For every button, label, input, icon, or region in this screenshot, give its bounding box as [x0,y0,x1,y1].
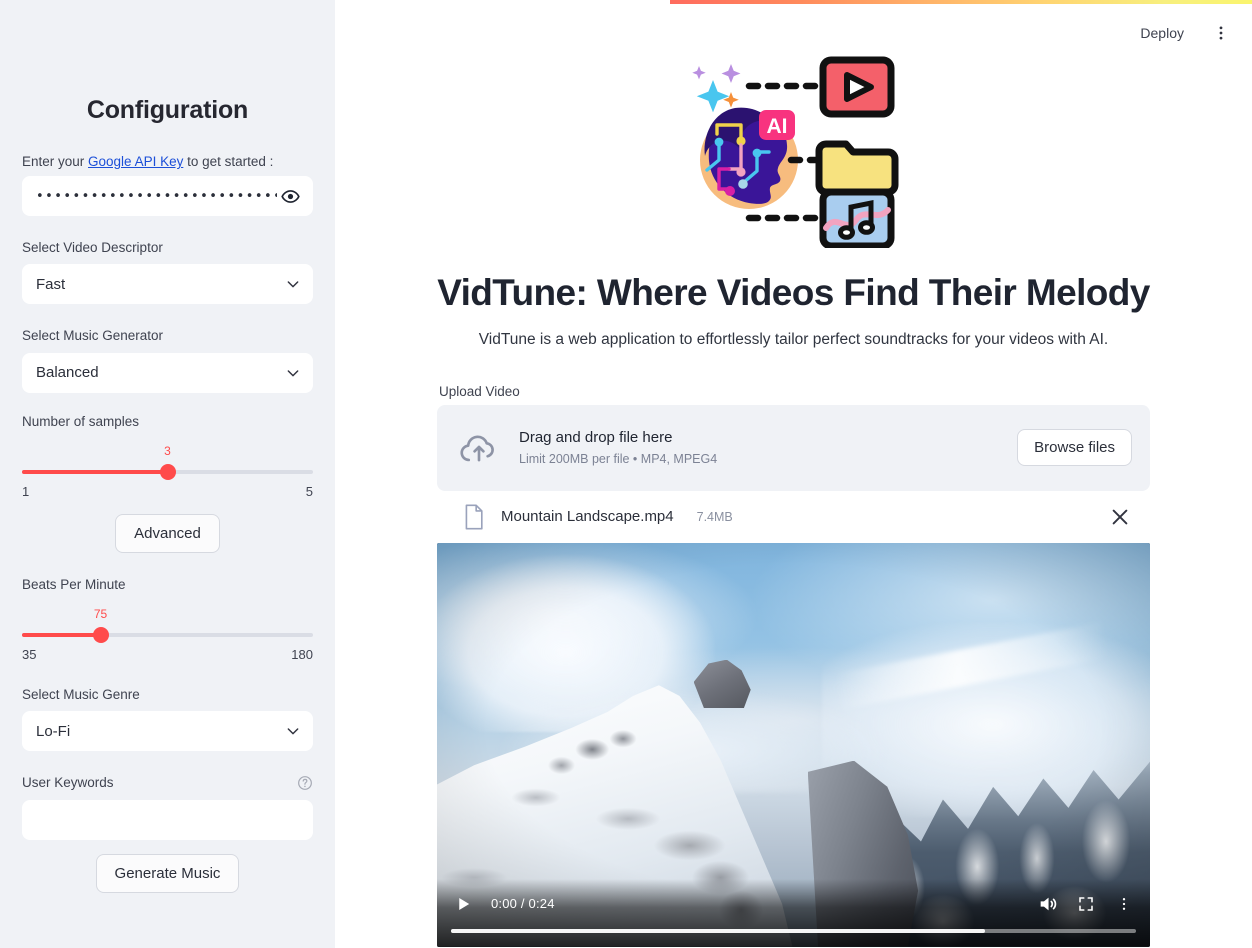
api-key-field[interactable]: ••••••••••••••••••••••••••••••••••••••••… [22,176,313,216]
hero-subtitle: VidTune is a web application to effortle… [478,331,1109,349]
bpm-value: 75 [93,607,108,621]
video-time-display: 0:00 / 0:24 [491,896,555,911]
user-keywords-label-row: User Keywords [22,773,313,793]
browse-files-button[interactable]: Browse files [1017,429,1132,466]
samples-slider-thumb[interactable] [159,463,176,480]
video-controls-bar: 0:00 / 0:24 [437,878,1150,947]
api-key-instruction-suffix: to get started : [183,154,274,169]
music-generator-select[interactable]: Balanced [22,352,313,393]
kebab-menu-icon[interactable] [1208,20,1234,46]
hero-title: VidTune: Where Videos Find Their Melody [437,272,1150,313]
close-icon[interactable] [1108,505,1132,529]
fullscreen-icon[interactable] [1074,892,1098,916]
music-generator-label: Select Music Generator [22,328,164,344]
deploy-button[interactable]: Deploy [1130,19,1194,47]
advanced-button[interactable]: Advanced [115,513,220,553]
dropzone-texts: Drag and drop file here Limit 200MB per … [519,427,999,469]
app-topbar: Deploy [1130,0,1234,66]
bpm-label: Beats Per Minute [22,576,126,592]
help-icon[interactable] [297,775,313,791]
samples-min: 1 [22,483,30,499]
video-controls-row: 0:00 / 0:24 [437,891,1150,917]
samples-label: Number of samples [22,413,140,429]
uploaded-file-name: Mountain Landscape.mp4 [501,508,674,525]
api-key-instruction-prefix: Enter your [22,154,89,169]
file-dropzone[interactable]: Drag and drop file here Limit 200MB per … [437,404,1150,491]
samples-slider-track[interactable] [22,463,313,480]
page-title: Configuration [86,96,249,124]
user-keywords-input[interactable] [22,799,313,840]
generate-music-button[interactable]: Generate Music [95,853,240,893]
content-column: AI VidTune: Where Videos Find Their Melo… [335,0,1252,947]
samples-slider-fill [22,469,168,474]
generate-button-row: Generate Music [22,853,313,893]
video-player[interactable]: 0:00 / 0:24 [437,542,1150,947]
music-genre-label: Select Music Genre [22,687,140,702]
play-icon[interactable] [451,892,475,916]
video-descriptor-value: Fast [36,275,66,293]
svg-text:AI: AI [766,115,787,138]
samples-range: 1 5 [22,484,313,499]
bpm-min: 35 [22,647,37,662]
uploaded-file-size: 7.4MB [696,509,733,524]
bpm-range: 35 180 [22,647,313,662]
bpm-slider-track[interactable] [22,627,313,643]
app-root: Configuration Enter your Google API Key … [0,0,1252,948]
dropzone-title: Drag and drop file here [519,428,673,446]
chevron-down-icon [287,369,299,376]
vidtune-logo: AI [437,0,1150,248]
music-genre-value: Lo-Fi [36,722,71,740]
advanced-button-row: Advanced [22,513,313,553]
samples-slider[interactable]: 3 1 5 [22,443,313,500]
user-keywords-label: User Keywords [22,775,114,791]
cloud-upload-icon [460,435,494,461]
api-key-masked-value: ••••••••••••••••••••••••••••••••••••••••… [36,189,277,203]
video-descriptor-label: Select Video Descriptor [22,240,163,255]
file-icon [465,503,483,530]
top-gradient-strip [670,0,1252,4]
api-key-instruction: Enter your Google API Key to get started… [22,154,313,169]
volume-icon[interactable] [1036,892,1060,916]
main-content: Deploy AI VidTune: Where Videos Find The… [335,0,1252,948]
music-generator-value: Balanced [36,364,99,381]
video-scrubber-buffered [451,928,986,933]
kebab-menu-icon[interactable] [1112,892,1136,916]
samples-value: 3 [164,443,171,458]
bpm-max: 180 [291,647,313,662]
eye-icon[interactable] [277,183,303,209]
bpm-slider-thumb[interactable] [92,627,109,643]
upload-video-label: Upload Video [439,383,520,399]
music-genre-select[interactable]: Lo-Fi [22,711,313,752]
samples-max: 5 [305,483,313,499]
video-scrubber[interactable] [451,928,1136,933]
configuration-sidebar: Configuration Enter your Google API Key … [0,0,335,948]
bpm-slider-fill [22,633,101,637]
bpm-slider[interactable]: 75 35 180 [22,607,313,663]
chevron-down-icon [287,281,299,288]
google-api-key-link[interactable]: Google API Key [88,154,183,169]
video-descriptor-select[interactable]: Fast [22,264,313,305]
uploaded-file-row: Mountain Landscape.mp4 7.4MB [437,491,1150,543]
dropzone-limits: Limit 200MB per file • MP4, MPEG4 [519,451,718,466]
chevron-down-icon [287,728,299,735]
